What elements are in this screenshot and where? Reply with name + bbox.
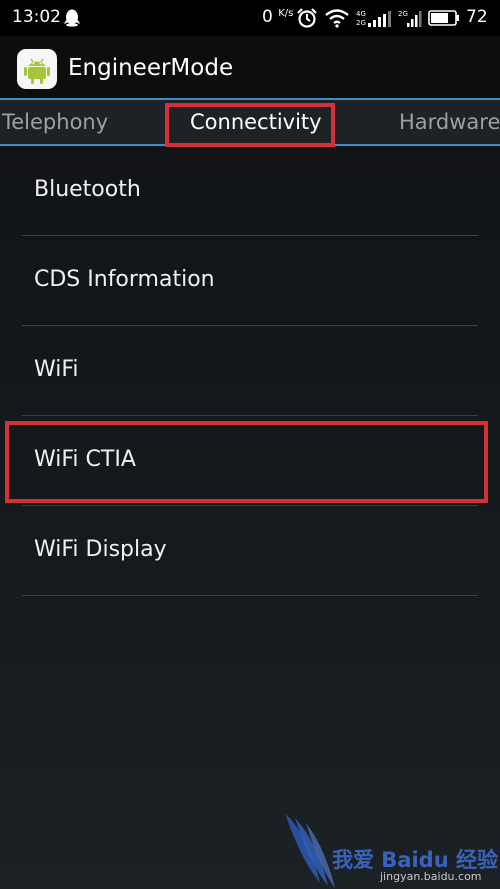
list-item-label: WiFi Display: [34, 537, 167, 562]
item-highlight-box: [5, 421, 488, 503]
qq-icon: [63, 8, 81, 32]
screen: 13:02 0 K/s 4G 2G 2G 72 EngineerMode Tel…: [0, 0, 500, 889]
divider: [22, 595, 478, 596]
app-title: EngineerMode: [68, 55, 234, 81]
net-speed-unit: K/s: [278, 8, 294, 19]
net-speed: 0 K/s: [262, 7, 293, 27]
list-item-wifi-display[interactable]: WiFi Display: [0, 506, 500, 596]
android-icon: [17, 49, 57, 89]
list-item-label: WiFi: [34, 357, 79, 382]
alarm-icon: [296, 7, 318, 34]
connectivity-list: Bluetooth CDS Information WiFi WiFi CTIA…: [0, 146, 500, 596]
battery-level: 72: [466, 7, 488, 27]
status-time: 13:02: [12, 7, 61, 27]
baidu-watermark: 我爱 Baidu 经验 jingyan.baidu.com: [280, 808, 500, 889]
tab-telephony[interactable]: Telephony: [2, 110, 108, 134]
watermark-url: jingyan.baidu.com: [380, 870, 482, 883]
wifi-icon: [325, 8, 349, 33]
status-bar: 13:02 0 K/s 4G 2G 2G 72: [0, 0, 500, 36]
battery-icon: [428, 10, 460, 31]
list-item-label: CDS Information: [34, 267, 215, 292]
signal-1-label-top: 4G: [356, 10, 366, 18]
list-item-wifi[interactable]: WiFi: [0, 326, 500, 416]
net-speed-value: 0: [262, 7, 273, 27]
tab-hardware[interactable]: Hardware: [399, 110, 500, 134]
signal-1-label-bottom: 2G: [356, 19, 366, 27]
list-item-bluetooth[interactable]: Bluetooth: [0, 146, 500, 236]
tab-highlight-box: [165, 103, 335, 147]
list-item-cds-information[interactable]: CDS Information: [0, 236, 500, 326]
list-item-label: Bluetooth: [34, 177, 141, 202]
